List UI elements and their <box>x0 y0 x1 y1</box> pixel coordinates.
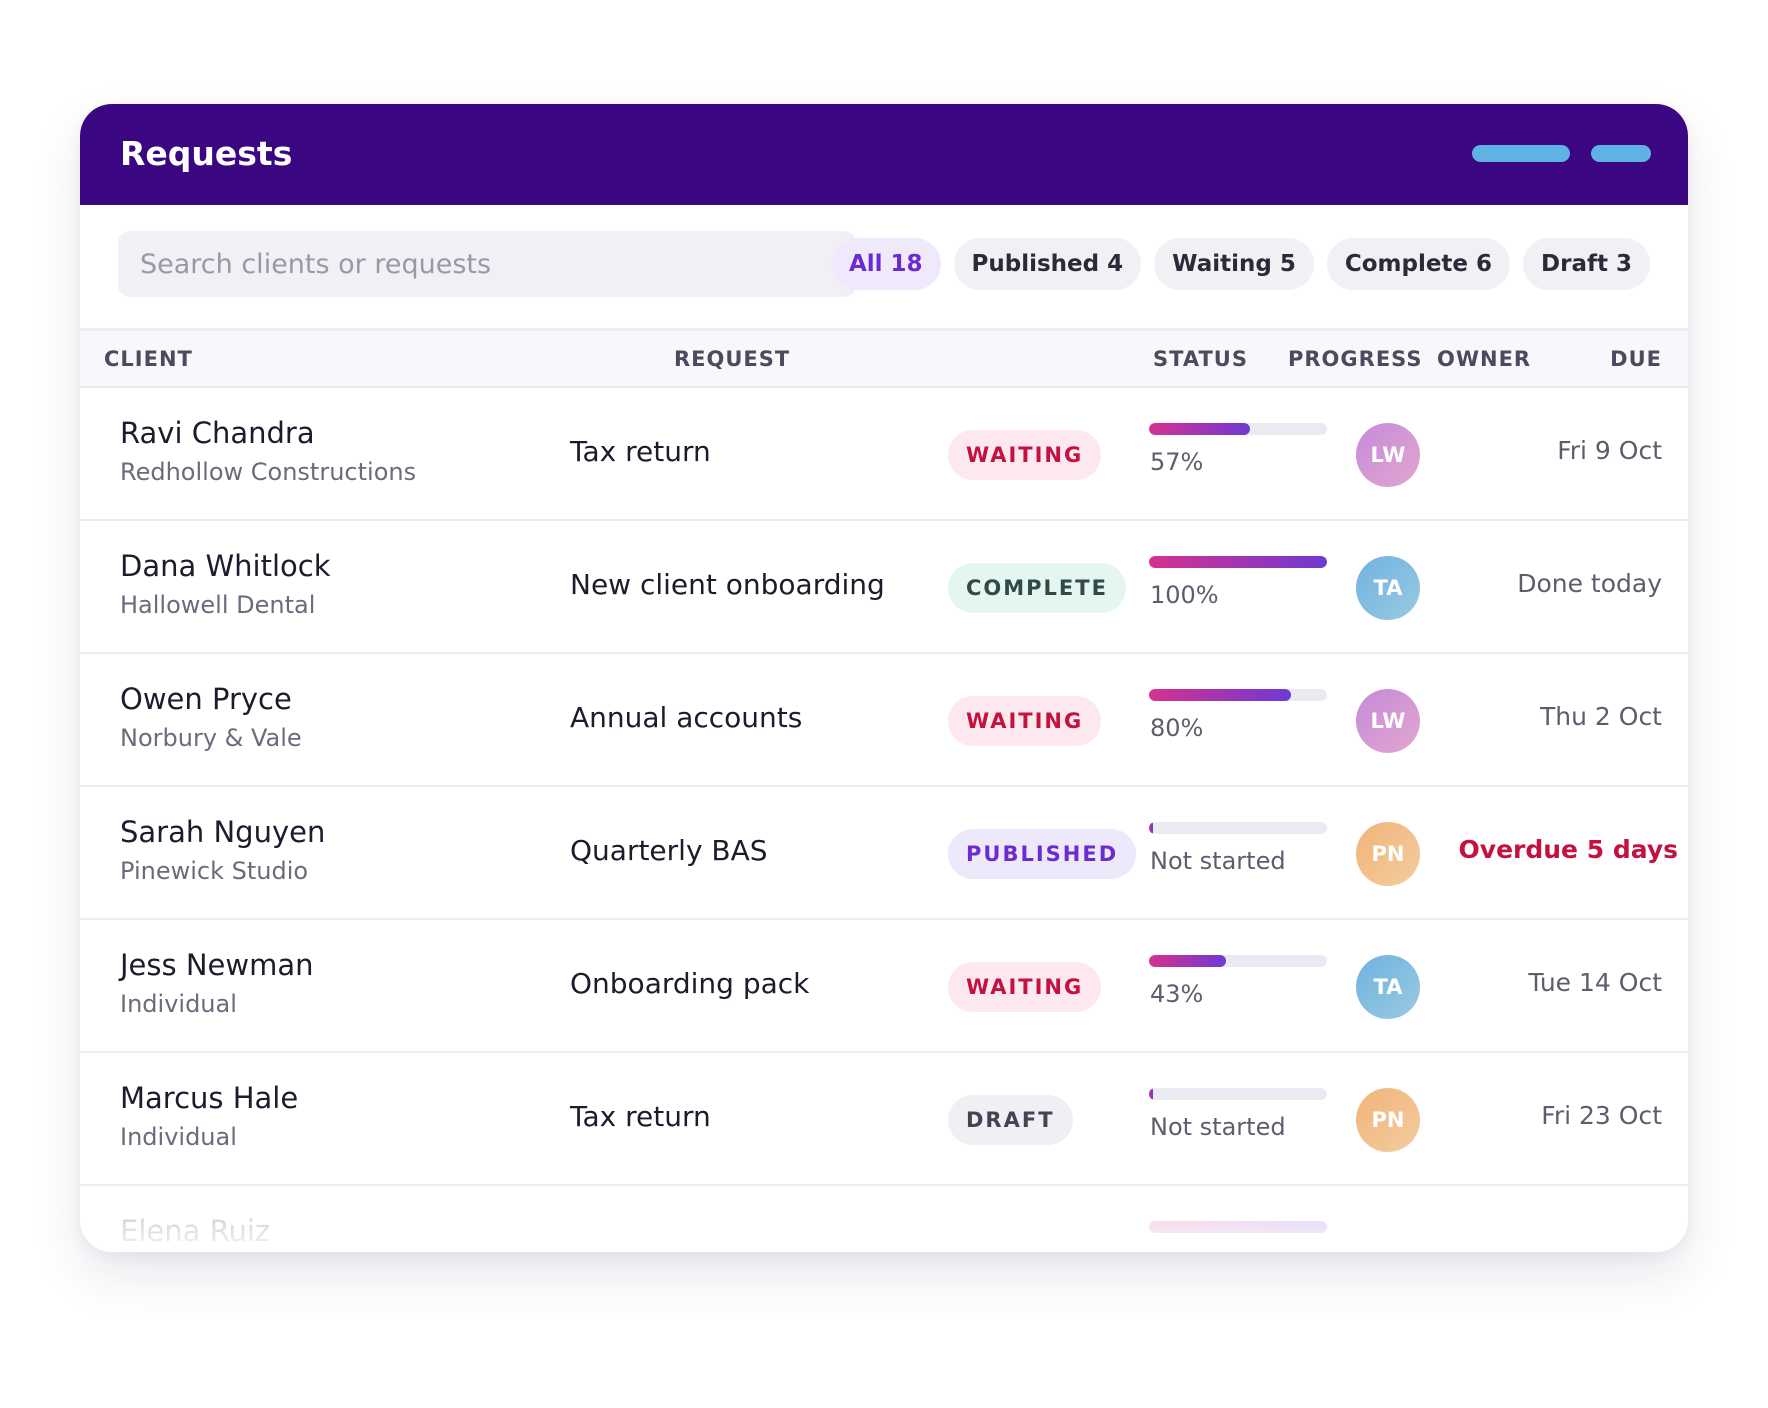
column-header-client[interactable]: CLIENT <box>104 346 193 372</box>
request-title[interactable]: Tax return <box>570 1098 711 1136</box>
request-title[interactable]: Onboarding pack <box>570 965 809 1003</box>
client-name: Owen Pryce <box>120 682 292 716</box>
status-filters: All 18 Published 4 Waiting 5 Complete 6 Draf… <box>830 238 1650 290</box>
filter-chip-published[interactable]: Published 4 <box>953 238 1142 290</box>
client-org: Individual <box>120 1123 237 1151</box>
requests-card: Requests All 18Published 4Waiting 5Compl… <box>80 104 1688 1252</box>
search-input[interactable] <box>118 231 856 297</box>
table-row[interactable]: Sarah Nguyen Pinewick Studio Quarterly BAS… <box>80 787 1688 920</box>
column-header-request[interactable]: REQUEST <box>674 346 790 372</box>
progress-fill <box>1149 689 1292 701</box>
owner-avatar[interactable]: PN <box>1356 822 1420 886</box>
status-badge: DRAFT <box>948 1095 1073 1145</box>
column-header-progress[interactable]: PROGRESS <box>1288 346 1422 372</box>
filter-chip-all[interactable]: All 18 <box>830 238 941 290</box>
table-row[interactable]: Jess Newman Individual Onboarding pack WAIT… <box>80 920 1688 1053</box>
progress-fill <box>1149 1221 1327 1233</box>
fade-overlay <box>80 1186 1688 1252</box>
client-org: Individual <box>120 990 237 1018</box>
client-name: Dana Whitlock <box>120 549 331 583</box>
client-org: Redhollow Constructions <box>120 458 417 486</box>
filter-chip-draft[interactable]: Draft 3 <box>1523 238 1650 290</box>
progress-fill <box>1149 822 1153 834</box>
progress-fill <box>1149 556 1327 568</box>
due-date: Overdue 5 days <box>1458 835 1678 864</box>
due-date: Fri 23 Oct <box>1541 1101 1662 1130</box>
client-org: Norbury & Vale <box>120 724 302 752</box>
header-action-pill-narrow[interactable] <box>1591 145 1651 162</box>
table-header: CLIENT REQUEST STATUS PROGRESS OWNER DUE <box>80 331 1688 388</box>
filter-chip-complete[interactable]: Complete 6 <box>1326 238 1511 290</box>
progress-label: 43% <box>1150 980 1204 1008</box>
page-title: Requests <box>120 134 293 173</box>
owner-avatar[interactable]: LW <box>1356 423 1420 487</box>
due-date: Done today <box>1517 569 1662 598</box>
filter-chip-waiting[interactable]: Waiting 5 <box>1154 238 1314 290</box>
table-row[interactable]: Ravi Chandra Redhollow Constructions Tax r… <box>80 388 1688 521</box>
table-row[interactable]: Dana Whitlock Hallowell Dental New client … <box>80 521 1688 654</box>
client-name: Elena Ruiz <box>120 1214 271 1248</box>
due-date: Fri 9 Oct <box>1557 436 1662 465</box>
column-header-due[interactable]: DUE <box>1610 346 1662 372</box>
client-name: Sarah Nguyen <box>120 815 326 849</box>
progress-bar <box>1149 556 1327 568</box>
status-badge: WAITING <box>948 696 1102 746</box>
owner-avatar[interactable]: TA <box>1356 556 1420 620</box>
column-header-status[interactable]: STATUS <box>1153 346 1248 372</box>
progress-bar <box>1149 1221 1327 1233</box>
progress-label: Not started <box>1150 1113 1286 1141</box>
owner-avatar[interactable]: TA <box>1356 955 1420 1019</box>
client-name: Marcus Hale <box>120 1081 299 1115</box>
table-row[interactable]: Owen Pryce Norbury & Vale Annual accounts W… <box>80 654 1688 787</box>
request-title[interactable]: New client onboarding <box>570 566 885 604</box>
card-header: Requests <box>80 104 1688 205</box>
progress-bar <box>1149 822 1327 834</box>
due-date: Thu 2 Oct <box>1540 702 1662 731</box>
status-badge: WAITING <box>948 962 1102 1012</box>
progress-fill <box>1149 423 1251 435</box>
client-org: Hallowell Dental <box>120 591 316 619</box>
table-row[interactable]: Marcus Hale Individual Tax return DRAFT Not … <box>80 1053 1688 1186</box>
progress-bar <box>1149 1088 1327 1100</box>
request-title[interactable]: Quarterly BAS <box>570 832 768 870</box>
progress-fill <box>1149 955 1226 967</box>
request-title[interactable]: Annual accounts <box>570 699 802 737</box>
request-title[interactable]: Tax return <box>570 433 711 471</box>
client-name: Ravi Chandra <box>120 416 315 450</box>
table-body: Ravi Chandra Redhollow Constructions Tax r… <box>80 388 1688 1186</box>
header-action-pill-wide[interactable] <box>1472 145 1570 162</box>
table-row-partial[interactable]: Elena Ruiz <box>80 1186 1688 1252</box>
status-badge: WAITING <box>948 430 1102 480</box>
progress-label: 80% <box>1150 714 1204 742</box>
progress-bar <box>1149 955 1327 967</box>
status-badge: PUBLISHED <box>948 829 1137 879</box>
progress-bar <box>1149 423 1327 435</box>
due-date: Tue 14 Oct <box>1528 968 1662 997</box>
status-badge: COMPLETE <box>948 563 1126 613</box>
column-header-owner[interactable]: OWNER <box>1437 346 1531 372</box>
toolbar: All 18Published 4Waiting 5Complete 6Draf… <box>80 205 1688 331</box>
progress-label: 57% <box>1150 448 1204 476</box>
progress-fill <box>1149 1088 1153 1100</box>
client-name: Jess Newman <box>120 948 314 982</box>
progress-bar <box>1149 689 1327 701</box>
client-org: Pinewick Studio <box>120 857 309 885</box>
progress-label: Not started <box>1150 847 1286 875</box>
progress-label: 100% <box>1150 581 1219 609</box>
owner-avatar[interactable]: LW <box>1356 689 1420 753</box>
owner-avatar[interactable]: PN <box>1356 1088 1420 1152</box>
